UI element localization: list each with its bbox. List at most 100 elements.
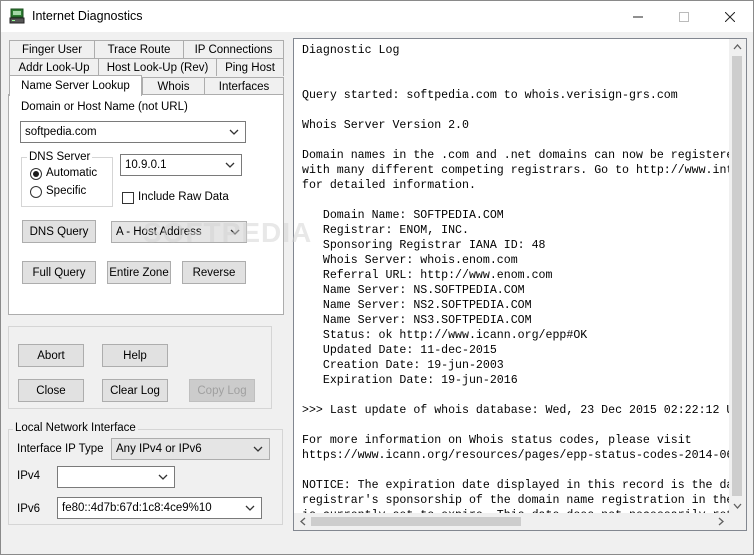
app-window: Internet Diagnostics Finger User Trace R… [0,0,754,555]
tab-label: Addr Look-Up [18,61,90,74]
tab-addr-lookup[interactable]: Addr Look-Up [9,58,99,76]
tab-ping-host[interactable]: Ping Host [216,58,284,76]
log-line: Name Server: NS3.SOFTPEDIA.COM [302,314,532,327]
full-query-button[interactable]: Full Query [22,261,96,284]
log-line: For more information on Whois status cod… [302,434,692,447]
log-line: Diagnostic Log [302,44,400,57]
close-window-button[interactable] [707,1,753,32]
button-label: DNS Query [29,225,89,238]
minimize-button[interactable] [615,1,661,32]
name-server-lookup-panel: Domain or Host Name (not URL) softpedia.… [8,94,284,315]
dns-server-value: 10.9.0.1 [125,159,167,171]
entire-zone-button[interactable]: Entire Zone [107,261,171,284]
tab-label: Trace Route [107,43,171,56]
button-label: Full Query [32,266,86,279]
chevron-down-icon [253,446,263,452]
ipv6-value: fe80::4d7b:67d:1c8:4ce9%10 [62,502,212,514]
button-label: Close [36,384,66,397]
log-line: Sponsoring Registrar IANA ID: 48 [302,239,546,252]
chevron-down-icon [158,474,168,480]
button-label: Entire Zone [109,266,169,279]
log-line: https://www.icann.org/resources/pages/ep… [302,449,730,462]
tab-label: Finger User [21,43,83,56]
log-line: with many different competing registrars… [302,164,730,177]
tab-name-server-lookup[interactable]: Name Server Lookup [9,75,142,96]
diagnostic-log[interactable]: Diagnostic Log Query started: softpedia.… [293,38,747,531]
window-title: Internet Diagnostics [32,9,143,23]
log-line: >>> Last update of whois database: Wed, … [302,404,730,417]
clear-log-button[interactable]: Clear Log [102,379,168,402]
log-line: Updated Date: 11-dec-2015 [302,344,497,357]
reverse-button[interactable]: Reverse [182,261,246,284]
record-type-value: A - Host Address [116,226,202,238]
log-line: Whois Server: whois.enom.com [302,254,518,267]
tab-label: Name Server Lookup [21,80,130,92]
log-line: Query started: softpedia.com to whois.ve… [302,89,678,102]
log-line: Name Server: NS.SOFTPEDIA.COM [302,284,525,297]
tab-whois[interactable]: Whois [142,77,205,95]
interface-ip-type-combo[interactable]: Any IPv4 or IPv6 [111,438,270,460]
minimize-icon [633,16,643,17]
chevron-down-icon [230,229,240,235]
horizontal-scroll-thumb[interactable] [311,517,521,526]
vertical-scroll-thumb[interactable] [732,56,742,496]
tab-trace-route[interactable]: Trace Route [94,40,184,58]
tab-host-lookup-rev[interactable]: Host Look-Up (Rev) [98,58,217,76]
log-text: Diagnostic Log Query started: softpedia.… [302,43,730,517]
log-line: Creation Date: 19-jun-2003 [302,359,504,372]
help-button[interactable]: Help [102,344,168,367]
chevron-down-icon [245,505,255,511]
scroll-corner [729,513,746,530]
automatic-radio[interactable] [30,168,42,180]
tab-label: Host Look-Up (Rev) [106,61,209,74]
close-button[interactable]: Close [18,379,84,402]
log-line: registrar's sponsorship of the domain na… [302,494,730,507]
local-network-interface-label: Local Network Interface [13,422,138,434]
log-line: for detailed information. [302,179,476,192]
include-raw-data-label: Include Raw Data [138,191,229,203]
log-line: Registrar: ENOM, INC. [302,224,469,237]
log-line: NOTICE: The expiration date displayed in… [302,479,730,492]
ipv4-label: IPv4 [17,470,41,482]
include-raw-data-checkbox[interactable] [122,192,134,204]
ipv6-combo[interactable]: fe80::4d7b:67d:1c8:4ce9%10 [57,497,262,519]
button-label: Clear Log [110,384,160,397]
specific-label: Specific [46,185,87,197]
tab-interfaces[interactable]: Interfaces [204,77,284,95]
close-icon [725,11,735,22]
interface-ip-type-value: Any IPv4 or IPv6 [116,443,202,455]
host-name-combo[interactable]: softpedia.com [20,121,246,143]
actions-panel: Abort Help Close Clear Log Copy Log [8,326,272,409]
scroll-up-icon [733,44,742,50]
abort-button[interactable]: Abort [18,344,84,367]
tab-label: Ping Host [225,61,275,74]
specific-radio[interactable] [30,186,42,198]
tab-label: IP Connections [194,43,273,56]
host-name-value: softpedia.com [25,126,97,138]
title-bar: Internet Diagnostics [1,1,753,32]
vertical-scrollbar[interactable] [729,39,746,515]
dns-server-combo[interactable]: 10.9.0.1 [120,154,242,176]
log-line: Status: ok http://www.icann.org/epp#OK [302,329,588,342]
log-line: Whois Server Version 2.0 [302,119,469,132]
tab-ip-connections[interactable]: IP Connections [183,40,284,58]
log-line: Referral URL: http://www.enom.com [302,269,553,282]
maximize-button[interactable] [661,1,707,32]
maximize-icon [679,11,689,22]
tab-finger-user[interactable]: Finger User [9,40,95,58]
button-label: Help [123,349,147,362]
log-line: Domain names in the .com and .net domain… [302,149,730,162]
host-name-label: Domain or Host Name (not URL) [21,101,188,113]
log-line: Name Server: NS2.SOFTPEDIA.COM [302,299,532,312]
record-type-combo[interactable]: A - Host Address [111,221,247,243]
button-label: Reverse [192,266,236,279]
ipv4-combo[interactable] [57,466,175,488]
horizontal-scrollbar[interactable] [294,513,730,530]
dns-query-button[interactable]: DNS Query [22,220,96,243]
button-label: Abort [37,349,65,362]
